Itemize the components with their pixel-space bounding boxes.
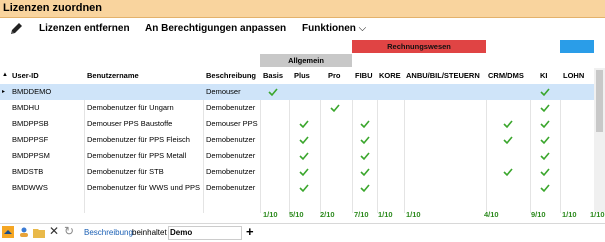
user-filter-icon[interactable] [18,226,30,240]
description-cell: Demobenutzer [206,135,256,144]
checkmark-icon[interactable] [268,87,278,99]
window-title: Lizenzen zuordnen [3,2,102,14]
group-rechnungswesen: Rechnungswesen [352,40,486,53]
col-user-id[interactable]: User-ID [12,68,39,84]
col-crm[interactable]: CRM/DMS [488,68,524,84]
sum-ki: 9/10 [531,210,546,219]
checkmark-icon[interactable] [360,183,370,195]
user-id-cell: BMDWWS [12,183,48,192]
user-id-cell: BMDPPSF [12,135,49,144]
user-id-cell: BMDPPSB [12,119,49,128]
checkmark-icon[interactable] [540,167,550,179]
sum-anbu: 1/10 [406,210,421,219]
filter-bar: ✕ ↻ Beschreibung beinhaltet Demo + [0,223,605,242]
sum-lohn: 1/10 [562,210,577,219]
table-row[interactable]: BMDWWS Demobenutzer für WWS und PPS Demobe… [0,180,594,196]
user-id-cell: BMDPPSM [12,151,50,160]
description-cell: Demobenutzer [206,183,256,192]
name-cell: Demobenutzer für Ungarn [87,103,174,112]
checkmark-icon[interactable] [540,183,550,195]
close-icon[interactable]: ✕ [49,224,59,238]
name-cell: Demouser PPS Baustoffe [87,119,173,128]
filter-operator[interactable]: beinhaltet [132,228,167,237]
table-row[interactable]: BMDPPSF Demobenutzer für PPS Fleisch Demob… [0,132,594,148]
checkmark-icon[interactable] [540,87,550,99]
name-cell [87,84,202,100]
sum-plus: 5/10 [289,210,304,219]
checkmark-icon[interactable] [503,119,513,131]
checkmark-icon[interactable] [330,103,340,115]
checkmark-icon[interactable] [360,151,370,163]
table-row[interactable]: ▸ BMDDEMO Demouser [0,84,594,100]
name-cell: Demobenutzer für STB [87,167,164,176]
col-anbu[interactable]: ANBU/BIL/STEUERN [406,68,480,84]
sort-indicator-icon: ▲ [2,72,8,78]
scrollbar-thumb[interactable] [596,70,603,132]
col-lohn[interactable]: LOHN [563,68,584,84]
checkmark-icon[interactable] [503,135,513,147]
table-row[interactable]: BMDPPSM Demobenutzer für PPS Metall Demobe… [0,148,594,164]
group-allgemein: Allgemein [260,54,352,67]
table-row[interactable]: BMDHU Demobenutzer für Ungarn Demobenutzer [0,100,594,116]
pencil-icon[interactable] [8,21,24,39]
checkmark-icon[interactable] [360,119,370,131]
checkmark-icon[interactable] [299,183,309,195]
col-fibu[interactable]: FIBU [355,68,373,84]
folder-icon[interactable] [33,227,45,240]
description-cell: Demobenutzer [206,103,256,112]
refresh-icon[interactable]: ↻ [64,224,74,238]
checkmark-icon[interactable] [540,119,550,131]
table-row[interactable]: BMDPPSB Demouser PPS Baustoffe Demouser PP… [0,116,594,132]
name-cell: Demobenutzer für PPS Metall [87,151,187,160]
description-cell: Demouser [206,87,241,96]
sum-fibu: 7/10 [354,210,369,219]
group-rechnungswesen-label: Rechnungswesen [387,42,451,51]
col-pro[interactable]: Pro [328,68,341,84]
group-blue [560,40,594,53]
col-plus[interactable]: Plus [294,68,310,84]
checkmark-icon[interactable] [299,167,309,179]
checkmark-icon[interactable] [299,119,309,131]
checkmark-icon[interactable] [299,135,309,147]
description-cell: Demobenutzer [206,167,256,176]
functions-label: Funktionen [302,23,356,34]
col-kore[interactable]: KORE [379,68,401,84]
description-cell: Demouser PPS [206,119,258,128]
checkmark-icon[interactable] [540,151,550,163]
chevron-down-icon: ⌵ [358,23,367,34]
row-marker-icon: ▸ [2,89,6,95]
toolbar: Lizenzen entfernen An Berechtigungen anp… [0,18,605,40]
sum-basis: 1/10 [263,210,278,219]
sum-pro: 2/10 [320,210,335,219]
remove-licenses-button[interactable]: Lizenzen entfernen [39,23,130,34]
checkmark-icon[interactable] [299,151,309,163]
table-row[interactable]: BMDSTB Demobenutzer für STB Demobenutzer [0,164,594,180]
col-basis[interactable]: Basis [263,68,283,84]
add-filter-icon[interactable]: + [246,224,254,239]
table-header: ▲ User-ID Benutzername Beschreibung Basi… [0,68,594,85]
group-allgemein-label: Allgemein [288,56,324,65]
adjust-permissions-button[interactable]: An Berechtigungen anpassen [145,23,286,34]
col-description[interactable]: Beschreibung [206,68,256,84]
checkmark-icon[interactable] [360,135,370,147]
name-cell: Demobenutzer für WWS und PPS [87,183,200,192]
filter-field[interactable]: Beschreibung [84,228,133,237]
checkmark-icon[interactable] [540,135,550,147]
checkmark-icon[interactable] [360,167,370,179]
user-id-cell: BMDDEMO [12,87,52,96]
sum-kore: 1/10 [378,210,393,219]
title-bar: Lizenzen zuordnen [0,0,605,18]
col-name[interactable]: Benutzername [87,68,139,84]
functions-menu[interactable]: Funktionen ⌵ [302,23,366,34]
name-cell: Demobenutzer für PPS Fleisch [87,135,190,144]
collapse-up-icon[interactable] [2,226,14,238]
checkmark-icon[interactable] [503,167,513,179]
checkmark-icon[interactable] [540,103,550,115]
filter-input-box[interactable] [168,226,242,240]
user-id-cell: BMDHU [12,103,40,112]
col-ki[interactable]: KI [540,68,548,84]
user-id-cell: BMDSTB [12,167,44,176]
description-cell: Demobenutzer [206,151,256,160]
sum-crm: 4/10 [484,210,499,219]
